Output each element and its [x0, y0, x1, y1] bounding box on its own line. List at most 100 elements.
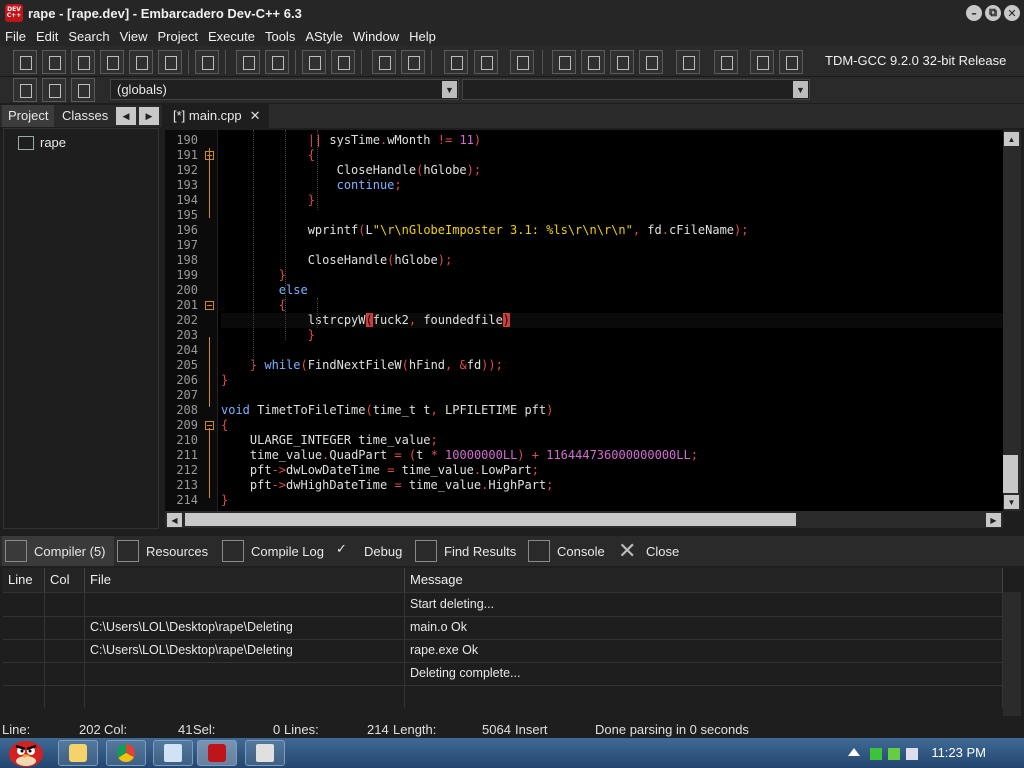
- cell-file: C:\Users\LOL\Desktop\rape\Deleting: [85, 616, 405, 639]
- menu-file[interactable]: File: [0, 29, 31, 44]
- menu-view[interactable]: View: [115, 29, 153, 44]
- status-length-value: 5064: [482, 722, 511, 737]
- tab-compiler[interactable]: Compiler (5): [2, 536, 114, 566]
- close-button[interactable]: ✕: [1004, 5, 1020, 21]
- editor-vertical-scrollbar[interactable]: ▲ ▼: [1003, 130, 1021, 511]
- fold-toggle-icon[interactable]: [205, 301, 214, 310]
- redo-icon[interactable]: [401, 50, 425, 74]
- compile-icon[interactable]: [552, 50, 576, 74]
- scroll-thumb[interactable]: [185, 513, 796, 526]
- menu-edit[interactable]: Edit: [31, 29, 63, 44]
- column-header-col[interactable]: Col: [45, 568, 85, 592]
- goto-line-icon[interactable]: [510, 50, 534, 74]
- indent-icon[interactable]: [444, 50, 468, 74]
- print-icon[interactable]: [195, 50, 219, 74]
- save-icon[interactable]: [71, 50, 95, 74]
- find-icon[interactable]: [236, 50, 260, 74]
- column-header-file[interactable]: File: [85, 568, 405, 592]
- menu-window[interactable]: Window: [348, 29, 404, 44]
- menu-execute[interactable]: Execute: [203, 29, 260, 44]
- taskbar-notepad[interactable]: [153, 740, 193, 766]
- tab-find-results[interactable]: Find Results: [415, 536, 516, 566]
- tab-project[interactable]: Project: [2, 105, 55, 127]
- delete-profile-icon[interactable]: [779, 50, 803, 74]
- editor-horizontal-scrollbar[interactable]: ◀ ▶: [165, 511, 1003, 528]
- taskbar-explorer[interactable]: [58, 740, 98, 766]
- tab-scroll-right-icon[interactable]: ▶: [139, 107, 159, 125]
- undo-icon[interactable]: [372, 50, 396, 74]
- stop-execution-icon[interactable]: [714, 50, 738, 74]
- insert-icon[interactable]: [13, 78, 37, 102]
- volume-icon[interactable]: [906, 748, 918, 760]
- tab-debug[interactable]: ✓ Debug: [335, 536, 402, 566]
- save-all-icon[interactable]: [100, 50, 124, 74]
- menu-search[interactable]: Search: [63, 29, 114, 44]
- minimize-button[interactable]: –: [966, 5, 982, 21]
- tab-scroll-left-icon[interactable]: ◀: [116, 107, 136, 125]
- menu-astyle[interactable]: AStyle: [300, 29, 348, 44]
- network-icon[interactable]: [888, 748, 900, 760]
- clock[interactable]: 11:23 PM: [931, 745, 986, 760]
- rebuild-icon[interactable]: [639, 50, 663, 74]
- tree-node-project[interactable]: rape: [18, 135, 66, 150]
- taskbar-devcpp[interactable]: [197, 740, 237, 766]
- goto-bookmark-icon[interactable]: [71, 78, 95, 102]
- comment-icon[interactable]: [302, 50, 326, 74]
- start-button[interactable]: [4, 734, 48, 768]
- menu-help[interactable]: Help: [404, 29, 441, 44]
- compiler-grid-icon: [5, 540, 27, 562]
- scroll-down-icon[interactable]: ▼: [1004, 495, 1019, 509]
- syntax-check-icon[interactable]: [676, 50, 700, 74]
- bookmark-icon[interactable]: [42, 78, 66, 102]
- close-tab-icon[interactable]: ✕: [250, 108, 261, 123]
- network-flag-icon[interactable]: [870, 748, 882, 760]
- notepad-icon: [164, 744, 182, 762]
- chevron-down-icon[interactable]: ▼: [793, 81, 808, 98]
- show-hidden-icons-icon[interactable]: [848, 748, 860, 756]
- open-file-icon[interactable]: [42, 50, 66, 74]
- cell-col: [45, 616, 85, 639]
- tab-main-cpp[interactable]: [*] main.cpp ✕: [165, 104, 269, 128]
- run-icon[interactable]: [581, 50, 605, 74]
- compile-run-icon[interactable]: [610, 50, 634, 74]
- status-message: Done parsing in 0 seconds: [595, 722, 749, 737]
- menu-tools[interactable]: Tools: [260, 29, 300, 44]
- function-combo[interactable]: ▼: [462, 79, 810, 100]
- compiler-select[interactable]: TDM-GCC 9.2.0 32-bit Release: [819, 50, 1024, 72]
- code-line: CloseHandle(hGlobe);: [221, 253, 453, 267]
- cell-message: Start deleting...: [405, 593, 1003, 616]
- toggle-bookmark-icon[interactable]: [331, 50, 355, 74]
- taskbar-chrome[interactable]: [106, 740, 146, 766]
- cell-line: [3, 662, 45, 685]
- tab-resources[interactable]: Resources: [117, 536, 208, 566]
- line-number: 199: [176, 268, 198, 282]
- new-file-icon[interactable]: [13, 50, 37, 74]
- tab-classes[interactable]: Classes: [56, 105, 114, 127]
- restore-button[interactable]: ⧉: [985, 5, 1001, 21]
- class-combo[interactable]: (globals) ▼: [110, 79, 459, 100]
- unindent-icon[interactable]: [474, 50, 498, 74]
- replace-icon[interactable]: [265, 50, 289, 74]
- column-header-message[interactable]: Message: [405, 568, 1003, 592]
- close-file-icon[interactable]: [129, 50, 153, 74]
- scroll-right-icon[interactable]: ▶: [986, 513, 1001, 527]
- column-header-line[interactable]: Line: [3, 568, 45, 592]
- scroll-left-icon[interactable]: ◀: [167, 513, 182, 527]
- code-editor[interactable]: 190 191 192 193 194 195 196 197 198 199 200 201 202 2…: [165, 130, 1003, 511]
- code-line: }: [221, 373, 229, 387]
- code-line: ULARGE_INTEGER time_value;: [221, 433, 438, 447]
- tab-console[interactable]: Console: [528, 536, 605, 566]
- menu-project[interactable]: Project: [153, 29, 203, 44]
- devcpp-app-icon: DEV C++: [5, 4, 23, 22]
- scroll-thumb[interactable]: [1003, 455, 1018, 493]
- tab-compile-log[interactable]: Compile Log: [222, 536, 324, 566]
- messages-scrollbar[interactable]: [1003, 592, 1021, 716]
- scroll-up-icon[interactable]: ▲: [1004, 132, 1019, 146]
- chevron-down-icon[interactable]: ▼: [442, 81, 457, 98]
- tab-find-results-label: Find Results: [444, 543, 517, 559]
- tab-close[interactable]: ✕ Close: [617, 536, 679, 566]
- profile-icon[interactable]: [750, 50, 774, 74]
- close-all-icon[interactable]: [158, 50, 182, 74]
- cell-line: [3, 593, 45, 616]
- taskbar-app[interactable]: [245, 740, 285, 766]
